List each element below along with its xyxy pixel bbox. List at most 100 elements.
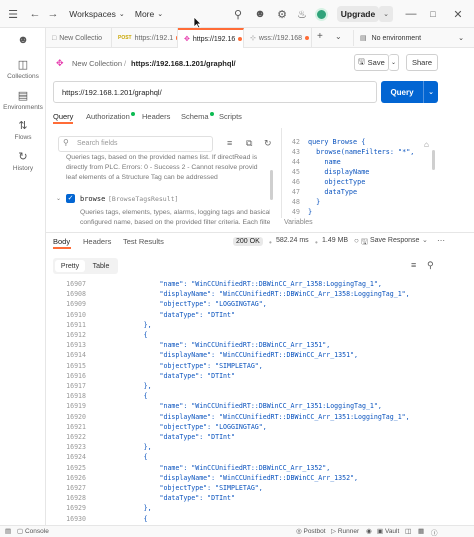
menu-icon[interactable]: ☰ [6,6,20,22]
globe-icon[interactable]: ○ [354,236,359,245]
response-line: 16918 { [46,391,147,401]
forward-arrow-icon[interactable]: → [46,6,60,22]
response-line: 16930 { [46,514,147,524]
runner-button[interactable]: ▷ Runner [331,527,359,535]
workspaces-menu[interactable]: Workspaces ⌄ [66,6,128,22]
table-view-button[interactable]: Table [86,260,116,272]
tab-list-chevron-icon[interactable]: ⌄ [335,32,342,41]
tab-post-request[interactable]: POST https://192.1 [112,28,178,48]
json-text: "displayName": "WinCCUnifiedRT::DBWinCC_… [96,351,359,360]
code-text: browse(nameFilters: "*", [308,148,415,156]
tab-websocket-request[interactable]: ⊹ wss://192.168 [244,28,312,48]
save-response-button[interactable]: Save Response [370,237,419,244]
wrap-lines-icon[interactable]: ≡ [411,260,416,270]
sidebar-item-profile[interactable]: ☻ [0,34,46,48]
sidebar-item-environments[interactable]: ▤ Environments [0,89,46,111]
console-toggle[interactable]: ▢ Console [17,527,49,535]
layout-icon[interactable]: ▦ [418,527,424,535]
lock-icon[interactable]: ⌂ [424,140,429,149]
status-bar: ▤ ▢ Console ◎ Postbot ▷ Runner ◉ ▣ Vault… [0,525,474,537]
line-number: 16923 [66,443,86,452]
json-text: "objectType": "SIMPLETAG", [96,361,263,370]
save-button[interactable]: 🖫 Save [354,54,389,71]
invite-user-icon[interactable]: ☻ [252,6,268,22]
description-line: Queries tags, based on the provided name… [66,154,258,161]
trash-icon[interactable]: ◫ [405,527,411,535]
sidebar: ☻ ◫ Collections ▤ Environments ⇅ Flows ↻… [0,28,46,525]
breadcrumb-separator: / [124,59,127,68]
response-line: 16923 }, [46,442,151,452]
postbot-button[interactable]: ◎ Postbot [296,527,326,535]
new-tab-plus-icon[interactable]: + [317,31,323,42]
close-icon[interactable]: ✕ [451,6,465,22]
refresh-icon[interactable]: ↻ [264,138,272,149]
sidebar-toggle-icon[interactable]: ▤ [5,527,11,535]
tab-headers[interactable]: Headers [142,112,170,121]
sidebar-item-flows[interactable]: ⇅ Flows [0,119,46,141]
help-icon[interactable]: ⓘ [431,527,438,537]
search-input[interactable]: Search fields [58,136,213,152]
response-line: 16921 "objectType": "LOGGINGTAG", [46,422,267,432]
response-body[interactable]: 16907 "name": "WinCCUnifiedRT::DBWinCC_A… [46,279,474,525]
editor-scrollbar[interactable] [432,150,435,170]
sidebar-item-collections[interactable]: ◫ Collections [0,58,46,80]
query-editor[interactable]: 42 query Browse { 43 browse(nameFilters: … [281,128,438,218]
upgrade-chevron-icon[interactable]: ⌄ [379,6,393,22]
sidebar-item-history[interactable]: ↻ History [0,150,46,172]
more-options-icon[interactable]: ⋯ [437,236,445,245]
page-title[interactable]: https://192.168.1.201/graphql/ [131,59,236,68]
pretty-view-button[interactable]: Pretty [55,260,85,272]
upgrade-button[interactable]: Upgrade [337,6,379,22]
save-response-chevron-icon[interactable]: ⌄ [422,236,428,244]
url-input[interactable]: https://192.168.1.201/graphql/ [53,81,377,103]
variables-label[interactable]: Variables [284,219,313,226]
tab-scripts[interactable]: Scripts [219,112,242,121]
environment-icon: ▤ [17,90,29,102]
filter-icon[interactable]: ≡ [227,138,232,148]
search-icon[interactable]: ⚲ [427,260,434,271]
tab-test-results[interactable]: Test Results [123,237,164,246]
breadcrumb-collection[interactable]: New Collection [72,59,122,68]
json-text: "name": "WinCCUnifiedRT::DBWinCC_Arr_135… [96,463,331,472]
tab-response-headers[interactable]: Headers [83,237,111,246]
chevron-down-icon[interactable]: ⌄ [56,195,61,202]
response-time[interactable]: 582.24 ms [276,237,309,244]
tab-body[interactable]: Body [53,237,70,246]
status-badge[interactable]: 200 OK [233,236,263,246]
tab-authorization[interactable]: Authorization [86,112,135,121]
query-button[interactable]: Query ⌄ [381,81,438,103]
save-dropdown-chevron-icon[interactable]: ⌄ [389,54,399,71]
tab-graphql-request[interactable]: ✥ https://192.16 [178,28,244,48]
share-button[interactable]: Share [406,54,438,71]
tab-query[interactable]: Query [53,112,73,121]
vault-button[interactable]: ▣ Vault [377,527,399,535]
minimize-icon[interactable]: — [404,6,418,22]
field-name: browse [80,195,106,203]
maximize-icon[interactable]: □ [426,6,440,22]
copy-icon[interactable]: ⧉ [246,138,252,149]
code-text: name [308,158,341,166]
cookies-icon[interactable]: ◉ [366,527,372,535]
description-line: leaf elements of a Structure Tag can be … [66,174,218,181]
environment-selector[interactable]: ▤ No environment ⌄ [353,30,474,46]
response-line: 16927 "objectType": "SIMPLETAG", [46,483,263,493]
schema-scrollbar[interactable] [270,170,273,200]
bell-icon[interactable]: ♨ [294,6,310,22]
tab-new-collection[interactable]: □ New Collectio [46,28,112,48]
json-text: "dataType": "DTInt" [96,371,235,380]
tab-schema[interactable]: Schema [181,112,214,121]
query-chevron-icon[interactable]: ⌄ [423,81,438,103]
browse-checkbox[interactable]: ✓ [66,194,75,203]
gear-icon[interactable]: ⚙ [274,6,290,22]
line-number: 16919 [66,402,86,411]
more-menu[interactable]: More ⌄ [132,6,166,22]
query-label: Query [390,87,414,97]
avatar[interactable] [313,6,329,22]
response-size[interactable]: 1.49 MB [322,237,348,244]
back-arrow-icon[interactable]: ← [28,6,42,22]
search-icon[interactable]: ⚲ [230,6,246,22]
code-text: objectType [308,178,366,186]
line-number: 48 [291,198,300,206]
response-line: 16917 }, [46,381,151,391]
json-text: "dataType": "DTInt" [96,310,235,319]
